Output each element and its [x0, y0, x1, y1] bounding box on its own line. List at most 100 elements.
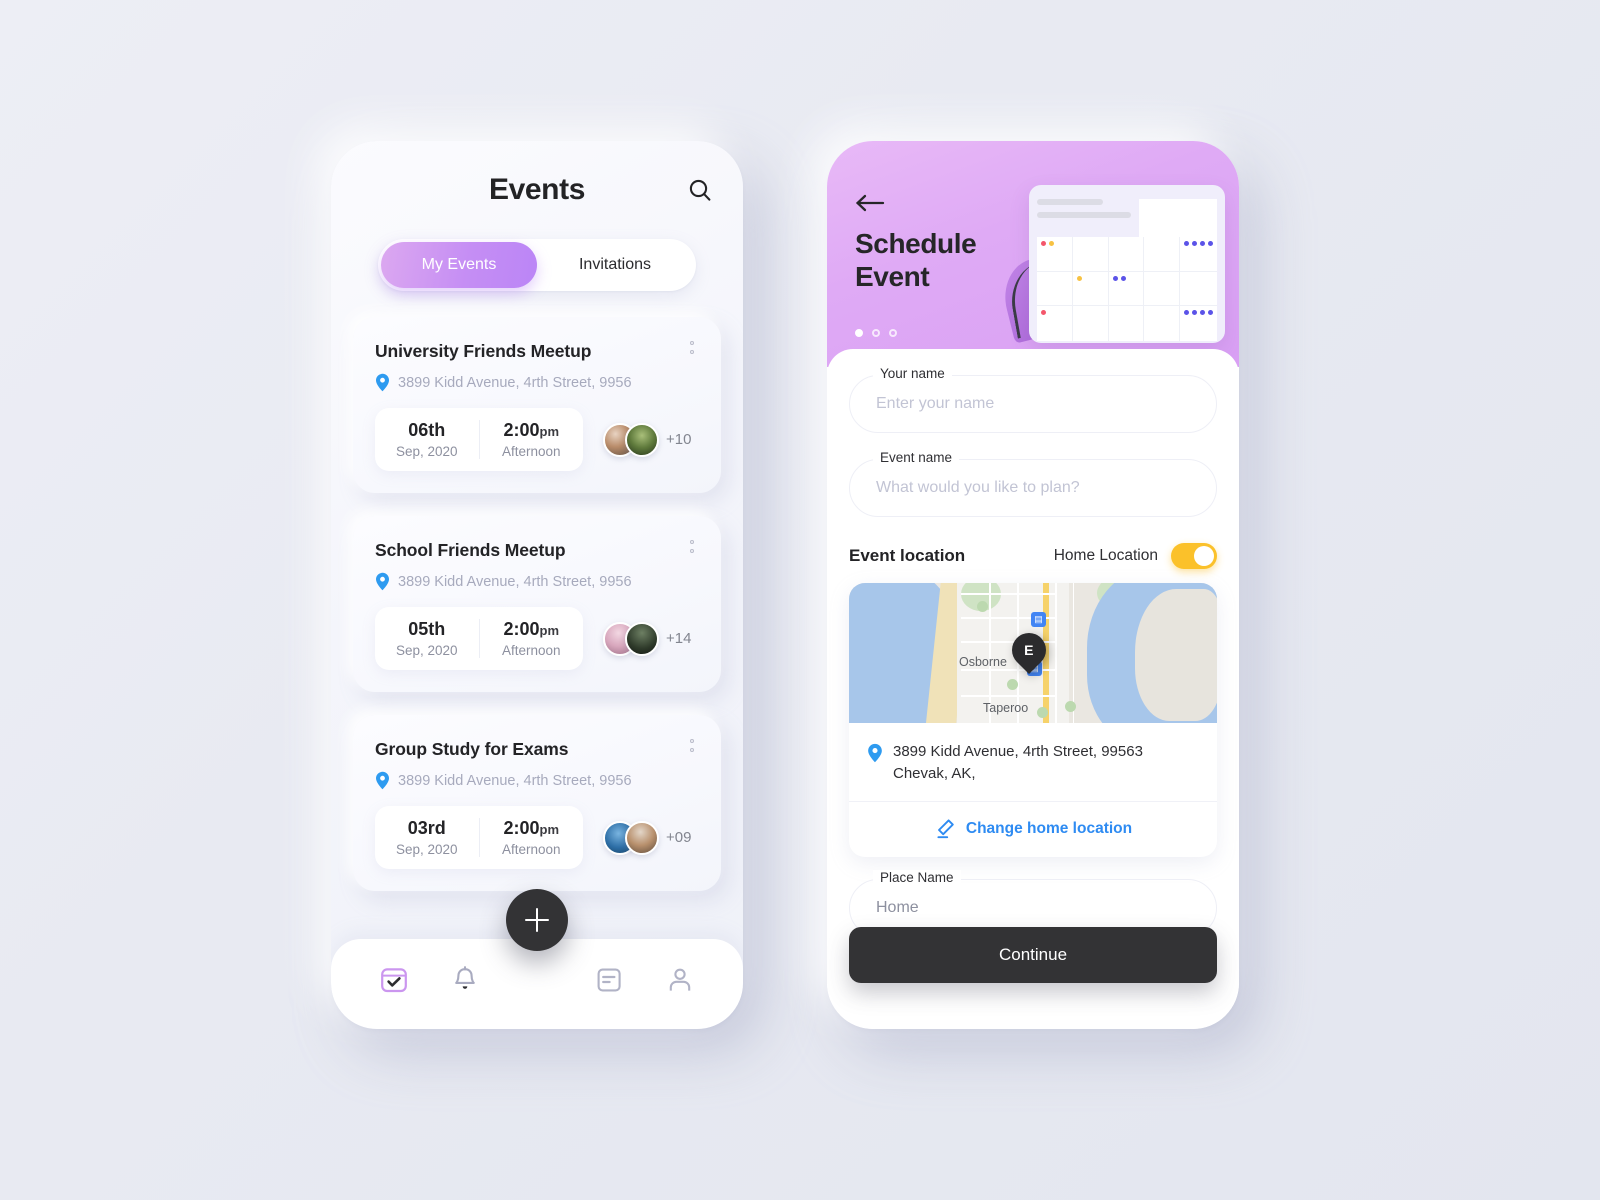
event-datetime-row: 03rd Sep, 2020 2:00pm Afternoon +09	[375, 806, 699, 869]
map-street	[1055, 583, 1057, 723]
schedule-hero: Schedule Event	[827, 141, 1239, 367]
event-datetime-box: 03rd Sep, 2020 2:00pm Afternoon	[375, 806, 583, 869]
schedule-event-phone-screen: Schedule Event Your name Enter your name…	[827, 141, 1239, 1029]
change-home-location-button[interactable]: Change home location	[849, 802, 1217, 857]
add-event-fab[interactable]	[506, 889, 568, 951]
kebab-menu-icon[interactable]	[683, 341, 701, 354]
bell-icon	[454, 966, 475, 989]
nav-item-profile[interactable]	[645, 966, 716, 994]
map-street	[961, 593, 1055, 595]
event-card[interactable]: School Friends Meetup 3899 Kidd Avenue, …	[353, 516, 721, 692]
attendee-more-count: +14	[666, 630, 692, 647]
event-month-year: Sep, 2020	[395, 842, 458, 857]
map-tree	[1007, 679, 1018, 690]
calendar-cell	[1037, 237, 1073, 272]
calendar-cell	[1108, 271, 1145, 307]
calendar-cell	[1144, 306, 1180, 341]
event-address-row: 3899 Kidd Avenue, 4rth Street, 9956	[375, 771, 699, 790]
kebab-menu-icon[interactable]	[683, 739, 701, 752]
continue-button[interactable]: Continue	[849, 927, 1217, 983]
event-time-suffix: pm	[539, 424, 560, 439]
nav-item-notifications[interactable]	[430, 965, 501, 995]
attendee-avatars[interactable]: +10	[603, 422, 691, 457]
calendar-cell	[1072, 237, 1109, 272]
pencil-edit-icon	[937, 818, 954, 838]
pager-dot-2[interactable]	[872, 329, 880, 337]
your-name-label: Your name	[873, 366, 952, 381]
event-time-suffix: pm	[539, 623, 560, 638]
event-title: School Friends Meetup	[375, 540, 566, 560]
map-label-osborne: Osborne	[959, 655, 1007, 669]
map-street	[961, 695, 1055, 697]
event-card[interactable]: Group Study for Exams 3899 Kidd Avenue, …	[353, 715, 721, 891]
event-date-col: 03rd Sep, 2020	[375, 818, 479, 857]
home-location-toggle-group: Home Location	[1054, 543, 1217, 569]
event-period: Afternoon	[501, 842, 561, 857]
location-pin-icon	[376, 771, 389, 790]
event-datetime-box: 05th Sep, 2020 2:00pm Afternoon	[375, 607, 583, 670]
event-date-col: 05th Sep, 2020	[375, 619, 479, 658]
pager-dot-3[interactable]	[889, 329, 897, 337]
search-icon[interactable]	[683, 173, 717, 207]
calendar-cell	[1072, 271, 1109, 307]
location-pin-icon	[376, 373, 389, 392]
event-card[interactable]: University Friends Meetup 3899 Kidd Aven…	[353, 317, 721, 493]
tab-my-events[interactable]: My Events	[381, 242, 537, 288]
pager-dot-1[interactable]	[855, 329, 863, 337]
nav-item-notes[interactable]	[574, 966, 645, 994]
event-name-label: Event name	[873, 450, 960, 465]
event-time-col: 2:00pm Afternoon	[478, 818, 584, 857]
event-time: 2:00	[503, 818, 540, 838]
calendar-check-icon	[381, 968, 408, 993]
event-day: 06th	[408, 420, 446, 440]
calendar-cell	[1037, 271, 1073, 307]
event-address-row: 3899 Kidd Avenue, 4rth Street, 9956	[375, 373, 699, 392]
your-name-input[interactable]: Enter your name	[849, 375, 1217, 433]
carousel-pager[interactable]	[855, 329, 897, 337]
schedule-form-sheet: Your name Enter your name Event name Wha…	[827, 349, 1239, 1029]
calendar-cell	[1037, 306, 1073, 341]
event-period: Afternoon	[501, 643, 561, 658]
location-pin-icon	[868, 743, 882, 763]
events-header: Events	[331, 141, 743, 239]
attendee-avatars[interactable]: +09	[603, 820, 691, 855]
event-name-placeholder: What would you like to plan?	[876, 479, 1080, 496]
home-address-text: 3899 Kidd Avenue, 4rth Street, 99563 Che…	[893, 741, 1143, 785]
calendar-illustration-grid	[1037, 237, 1217, 341]
event-month-year: Sep, 2020	[395, 444, 458, 459]
home-location-card: ▤ ▤ Osborne Taperoo E 3899 Kidd Avenue, …	[849, 583, 1217, 857]
toggle-knob	[1194, 546, 1214, 566]
map-tree	[1037, 707, 1048, 718]
event-title: University Friends Meetup	[375, 341, 592, 361]
page-title: Schedule Event	[855, 227, 977, 293]
attendee-avatars[interactable]: +14	[603, 621, 692, 656]
home-address-line2: Chevak, AK,	[893, 764, 976, 782]
event-time: 2:00	[503, 619, 540, 639]
event-location-title: Event location	[849, 546, 966, 565]
map-tree	[977, 601, 988, 612]
page-title-line2: Event	[855, 261, 930, 293]
event-time-col: 2:00pm Afternoon	[478, 619, 584, 658]
kebab-menu-icon[interactable]	[683, 540, 701, 553]
event-name-input[interactable]: What would you like to plan?	[849, 459, 1217, 517]
page-title: Events	[489, 173, 585, 206]
home-address-line1: 3899 Kidd Avenue, 4rth Street, 99563	[893, 743, 1143, 760]
event-address: 3899 Kidd Avenue, 4rth Street, 9956	[398, 573, 632, 590]
arrow-left-icon	[856, 194, 885, 212]
note-list-icon	[597, 968, 621, 992]
location-pin-icon	[376, 572, 389, 591]
your-name-field-wrap: Your name Enter your name	[849, 366, 1217, 433]
location-map[interactable]: ▤ ▤ Osborne Taperoo E	[849, 583, 1217, 723]
home-location-toggle[interactable]	[1171, 543, 1217, 569]
place-name-value: Home	[876, 898, 919, 916]
calendar-illustration-header	[1037, 199, 1217, 237]
nav-item-calendar[interactable]	[359, 965, 430, 995]
tab-invitations[interactable]: Invitations	[537, 242, 693, 288]
event-address-row: 3899 Kidd Avenue, 4rth Street, 9956	[375, 572, 699, 591]
event-datetime-box: 06th Sep, 2020 2:00pm Afternoon	[375, 408, 583, 471]
calendar-cell	[1109, 306, 1145, 341]
events-list: University Friends Meetup 3899 Kidd Aven…	[331, 317, 743, 891]
back-button[interactable]	[855, 191, 889, 215]
events-tab-switcher: My Events Invitations	[378, 239, 696, 291]
calendar-cell	[1180, 272, 1217, 307]
